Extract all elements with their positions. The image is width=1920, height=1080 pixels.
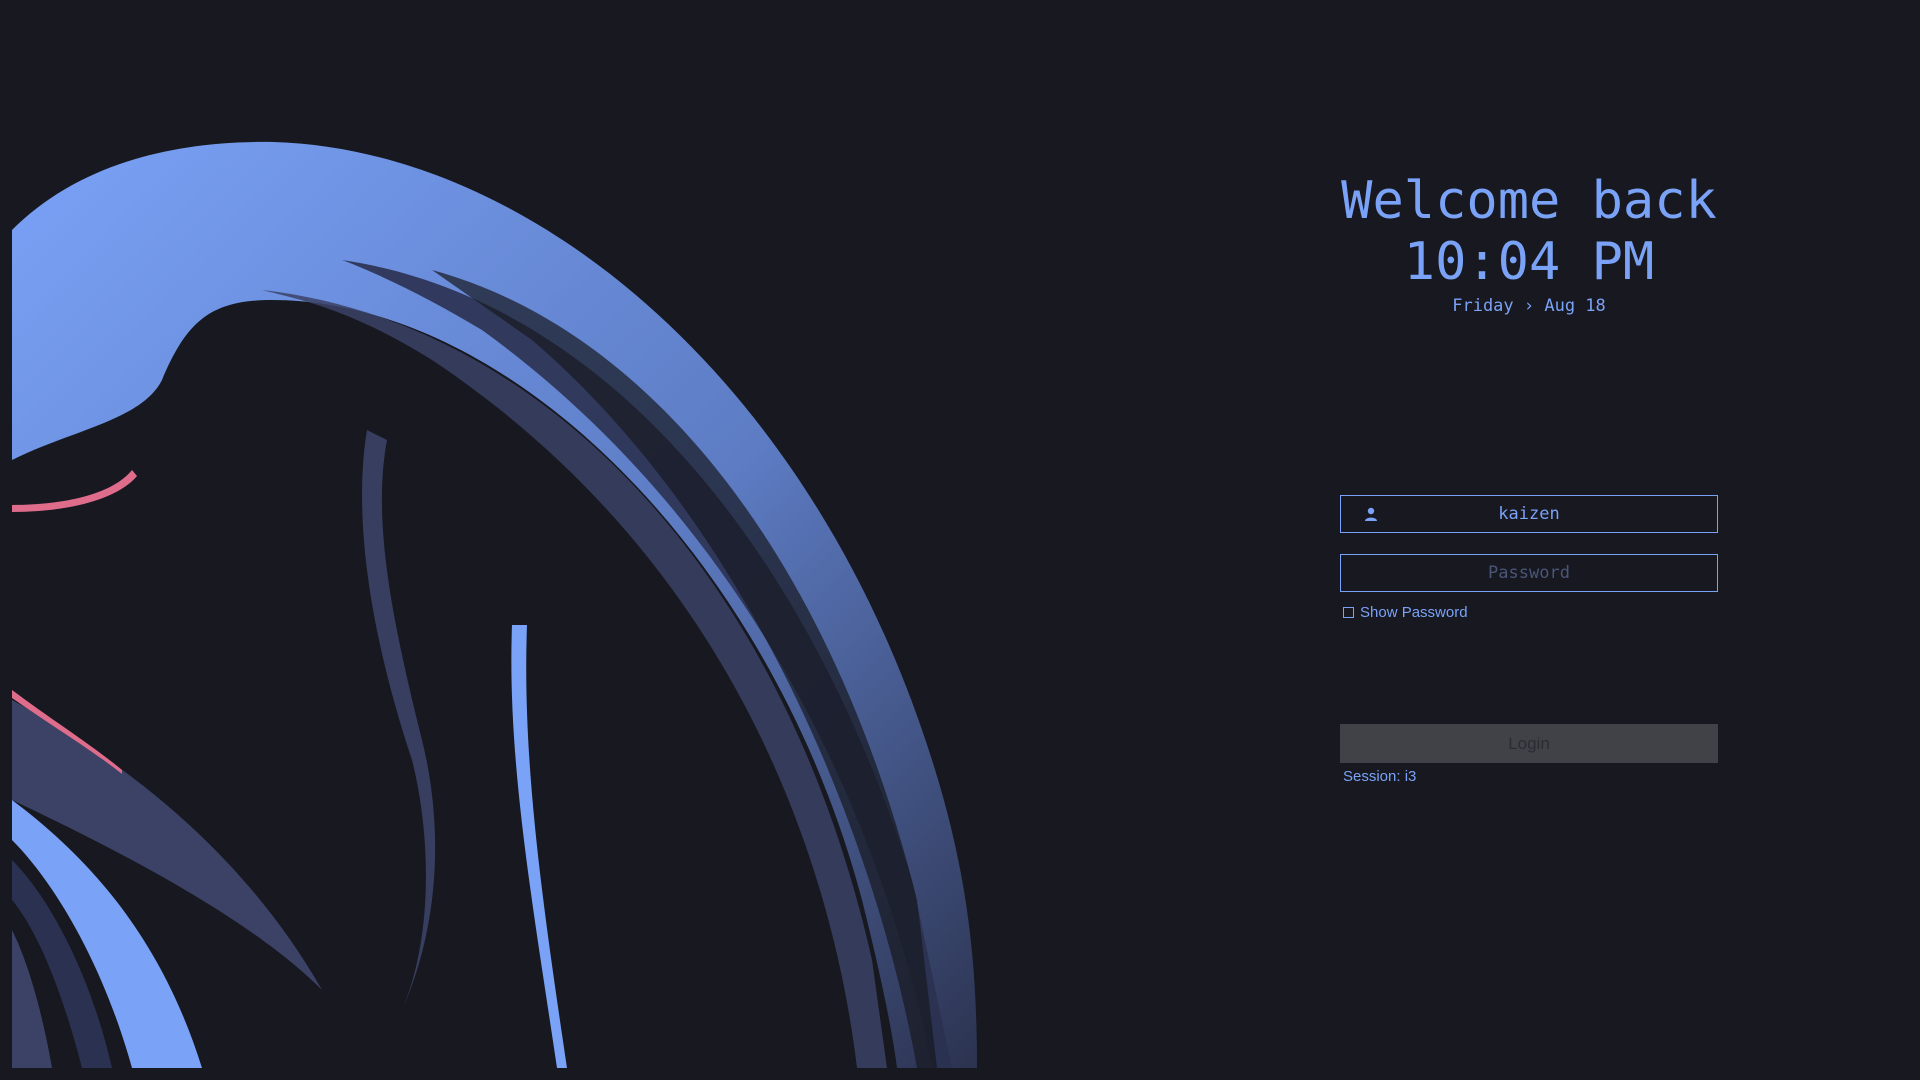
session-selector[interactable]: Session: i3 <box>1343 768 1416 785</box>
wallpaper-art <box>12 0 977 1068</box>
password-field[interactable]: Password <box>1340 554 1718 592</box>
show-password-checkbox[interactable] <box>1343 607 1354 618</box>
clock-time: 10:04 PM <box>1403 232 1655 292</box>
clock-date: Friday › Aug 18 <box>1452 296 1606 316</box>
greeter-header: Welcome back 10:04 PM Friday › Aug 18 <box>1340 170 1718 318</box>
login-button[interactable]: Login <box>1340 724 1718 763</box>
username-value: kaizen <box>1498 504 1560 524</box>
username-field[interactable]: kaizen <box>1340 495 1718 533</box>
welcome-heading: Welcome back <box>1341 171 1717 231</box>
password-placeholder: Password <box>1488 563 1570 583</box>
login-screen: Welcome back 10:04 PM Friday › Aug 18 ka… <box>0 0 1920 1080</box>
show-password-toggle[interactable]: Show Password <box>1343 604 1468 621</box>
show-password-label: Show Password <box>1360 604 1468 621</box>
